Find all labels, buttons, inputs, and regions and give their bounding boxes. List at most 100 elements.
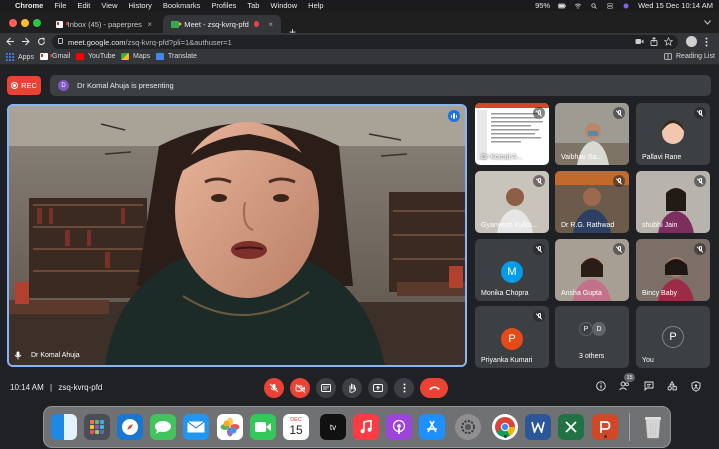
profile-avatar[interactable] — [686, 36, 697, 47]
close-window-icon[interactable] — [9, 19, 17, 27]
photos-app-icon[interactable] — [217, 414, 243, 440]
self-tile[interactable]: P You — [636, 306, 710, 368]
safari-app-icon[interactable] — [117, 414, 143, 440]
close-tab-icon[interactable]: × — [268, 20, 273, 29]
menu-clock[interactable]: Wed 15 Dec 10:14 AM — [638, 1, 713, 10]
forward-arrow-icon[interactable] — [21, 37, 30, 46]
participant-tile[interactable]: Pallavi Rane — [636, 103, 710, 165]
app-store-app-icon[interactable] — [419, 414, 445, 440]
meeting-code: zsq-kvrq-pfd — [58, 383, 103, 392]
participant-tile[interactable]: shubhi Jain — [636, 171, 710, 233]
participant-tile[interactable]: Vaibhav Sa... — [555, 103, 629, 165]
zoom-window-icon[interactable] — [33, 19, 41, 27]
more-options-icon[interactable] — [705, 37, 708, 47]
menu-app-name[interactable]: Chrome — [15, 1, 43, 10]
raise-hand-button[interactable] — [342, 378, 362, 398]
menu-tab[interactable]: Tab — [247, 1, 259, 10]
messages-app-icon[interactable] — [150, 414, 176, 440]
control-center-icon[interactable] — [606, 2, 614, 9]
calendar-day: 15 — [289, 423, 303, 437]
trash-app-icon[interactable] — [640, 414, 666, 440]
participant-tile[interactable]: Dr Komal A... — [475, 103, 549, 165]
reading-list-button[interactable]: Reading List — [664, 53, 715, 60]
bookmark-gmail[interactable]: Gmail — [40, 53, 70, 60]
menu-file[interactable]: File — [54, 1, 66, 10]
wifi-icon[interactable] — [574, 3, 582, 9]
search-icon[interactable] — [590, 2, 598, 9]
calendar-app-icon[interactable]: DEC 15 — [283, 414, 309, 440]
mail-app-icon[interactable] — [183, 414, 209, 440]
recording-dot-icon — [253, 21, 260, 27]
people-icon[interactable] — [619, 381, 630, 391]
bookmark-star-icon[interactable] — [664, 37, 673, 46]
music-app-icon[interactable] — [353, 414, 379, 440]
present-now-button[interactable] — [368, 378, 388, 398]
participant-avatar: M — [501, 261, 523, 283]
camera-in-use-icon[interactable] — [635, 38, 644, 45]
lock-icon[interactable] — [58, 38, 63, 44]
tab-meet[interactable]: Meet - zsq-kvrq-pfd × — [163, 15, 281, 33]
trash-can-icon — [645, 417, 661, 439]
leave-call-button[interactable] — [420, 378, 448, 398]
youtube-icon — [76, 53, 84, 60]
activities-icon[interactable] — [667, 381, 677, 391]
menu-window[interactable]: Window — [270, 1, 297, 10]
menu-help[interactable]: Help — [308, 1, 323, 10]
menu-profiles[interactable]: Profiles — [211, 1, 236, 10]
bookmark-apps[interactable]: Apps — [6, 53, 34, 61]
podcasts-app-icon[interactable] — [386, 414, 412, 440]
participant-tile[interactable]: Gyanyesh Kulka... — [475, 171, 549, 233]
url-host: meet.google.com — [68, 37, 126, 47]
reload-icon[interactable] — [37, 37, 46, 46]
address-bar[interactable]: meet.google.com/zsq-kvrq-pfd?pli=1&authu… — [52, 35, 678, 49]
participant-tile[interactable]: P Priyanka Kumari — [475, 306, 549, 368]
bookmark-translate[interactable]: Translate — [156, 53, 197, 60]
bookmark-label: Translate — [168, 53, 197, 60]
tab-gmail[interactable]: Inbox (45) - paperpresentation × — [48, 15, 160, 33]
meeting-control-bar: 10:14 AM | zsq-kvrq-pfd — [0, 372, 719, 404]
captions-button[interactable] — [316, 378, 336, 398]
recording-indicator[interactable]: REC — [7, 76, 41, 95]
menu-history[interactable]: History — [129, 1, 152, 10]
back-arrow-icon[interactable] — [6, 37, 15, 46]
apple-tv-app-icon[interactable]: tv — [320, 414, 346, 440]
system-preferences-app-icon[interactable] — [455, 414, 481, 440]
mic-off-icon — [613, 175, 625, 187]
launchpad-app-icon[interactable] — [84, 414, 110, 440]
bookmark-label: Gmail — [52, 53, 71, 60]
bookmark-label: Apps — [18, 53, 34, 61]
facetime-app-icon[interactable] — [250, 414, 276, 440]
bookmark-maps[interactable]: Maps — [121, 53, 150, 60]
menu-edit[interactable]: Edit — [77, 1, 90, 10]
chrome-app-icon[interactable] — [492, 414, 518, 440]
close-tab-icon[interactable]: × — [147, 20, 152, 29]
more-options-button[interactable] — [394, 378, 414, 398]
launchpad-grid-icon — [90, 420, 104, 434]
toggle-mic-button[interactable] — [264, 378, 284, 398]
main-speaker-video[interactable]: Dr Komal Ahuja — [7, 104, 467, 367]
bookmark-youtube[interactable]: YouTube — [76, 53, 116, 60]
minimize-window-icon[interactable] — [21, 19, 29, 27]
participant-tile[interactable]: Bincy Baby — [636, 239, 710, 301]
battery-icon[interactable] — [558, 3, 567, 9]
mic-off-icon — [694, 107, 706, 119]
menu-bookmarks[interactable]: Bookmarks — [163, 1, 201, 10]
tab-search-chevron-icon[interactable] — [704, 20, 711, 25]
siri-icon[interactable] — [622, 3, 630, 9]
participant-tile[interactable]: Ansha Gupta — [555, 239, 629, 301]
menu-view[interactable]: View — [101, 1, 117, 10]
share-icon[interactable] — [650, 37, 658, 46]
meeting-details-icon[interactable] — [596, 381, 606, 391]
finder-app-icon[interactable] — [51, 414, 77, 440]
powerpoint-app-icon[interactable] — [592, 414, 618, 440]
participant-tile[interactable]: M Monika Chopra — [475, 239, 549, 301]
participant-tile[interactable]: Dr R.G. Rathwad — [555, 171, 629, 233]
camera-off-icon — [295, 383, 305, 393]
compass-icon — [122, 419, 138, 435]
excel-app-icon[interactable] — [558, 414, 584, 440]
others-tile[interactable]: P D 3 others — [555, 306, 629, 368]
word-app-icon[interactable] — [525, 414, 551, 440]
host-controls-icon[interactable] — [691, 381, 701, 392]
toggle-camera-button[interactable] — [290, 378, 310, 398]
chat-icon[interactable] — [644, 381, 654, 391]
